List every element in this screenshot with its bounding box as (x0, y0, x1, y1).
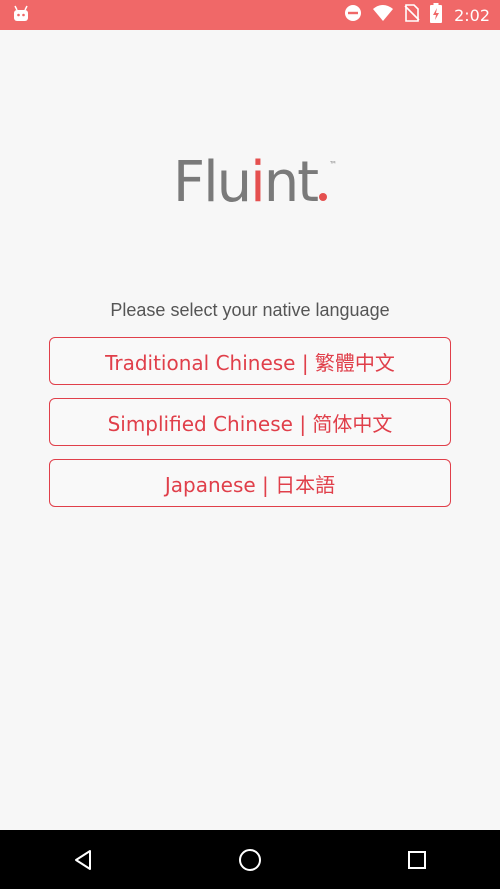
status-time: 2:02 (454, 5, 490, 25)
logo-text-accent: i (250, 150, 266, 215)
logo-text-part1: Flu (172, 150, 252, 215)
back-icon (75, 849, 92, 870)
recents-button[interactable] (387, 830, 447, 889)
logo-text-part3: nt (263, 150, 319, 215)
simplified-chinese-button[interactable]: Simplified Chinese | 简体中文 (49, 398, 451, 446)
dnd-icon (344, 4, 362, 27)
logo-dot (319, 193, 328, 201)
fluint-logo: Fluint ™ (173, 155, 337, 211)
language-list: Traditional Chinese | 繁體中文 Simplified Ch… (49, 337, 451, 520)
language-prompt: Please select your native language (110, 300, 390, 320)
home-button[interactable] (220, 830, 280, 889)
status-bar: 2:02 (0, 0, 500, 30)
no-sim-icon (404, 3, 420, 27)
android-icon (12, 5, 30, 28)
logo-container: Fluint ™ (0, 155, 500, 211)
back-button[interactable] (53, 830, 113, 889)
japanese-button[interactable]: Japanese | 日本語 (49, 459, 451, 507)
wifi-icon (372, 4, 394, 27)
logo-trademark: ™ (329, 160, 338, 169)
home-icon (238, 848, 261, 871)
traditional-chinese-button[interactable]: Traditional Chinese | 繁體中文 (49, 337, 451, 385)
battery-charging-icon (430, 2, 443, 28)
recents-icon (407, 850, 426, 869)
navigation-bar (0, 830, 500, 889)
